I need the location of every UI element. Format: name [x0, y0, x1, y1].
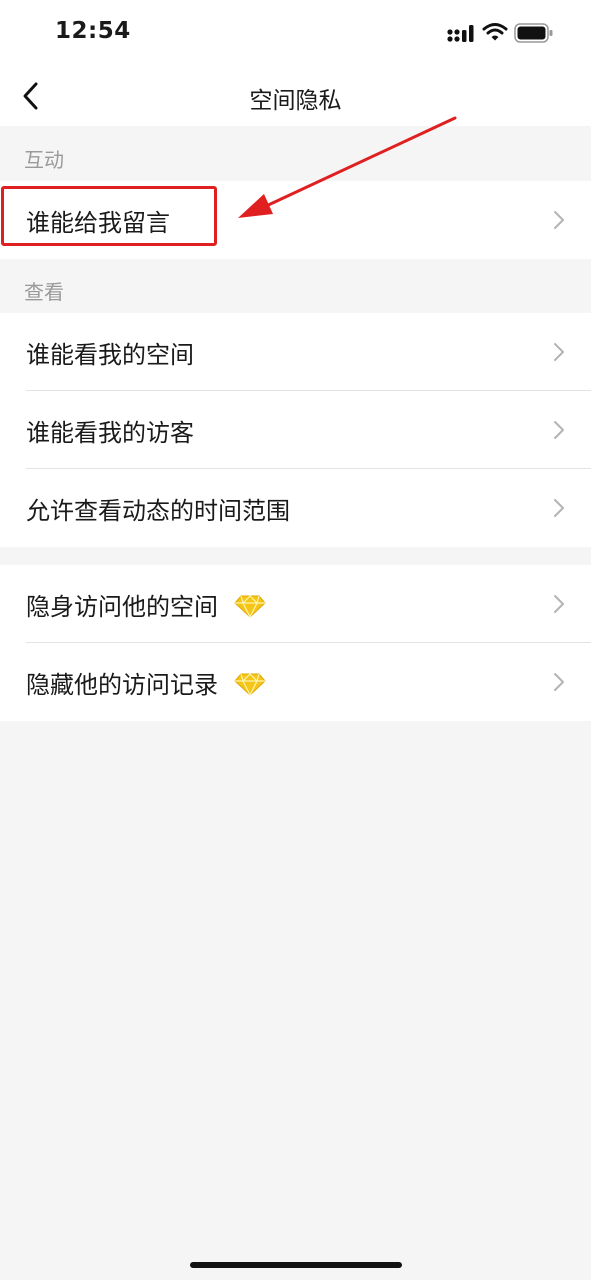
chevron-right-icon [554, 211, 564, 229]
chevron-right-icon [554, 343, 564, 361]
cellular-signal-icon [447, 25, 474, 42]
vip-group: 隐身访问他的空间 隐藏他的访问记录 [0, 565, 591, 721]
row-feed-time-range[interactable]: 允许查看动态的时间范围 [0, 469, 591, 547]
row-label: 隐身访问他的空间 [26, 593, 218, 621]
row-invisible-visit[interactable]: 隐身访问他的空间 [0, 565, 591, 643]
row-label: 谁能看我的空间 [26, 341, 194, 369]
chevron-right-icon [554, 421, 564, 439]
annotation-arrow-icon [238, 116, 457, 218]
wifi-icon [482, 23, 508, 41]
battery-icon [514, 23, 553, 43]
row-hide-visit-record[interactable]: 隐藏他的访问记录 [0, 643, 591, 721]
row-who-can-view-space[interactable]: 谁能看我的空间 [0, 313, 591, 391]
section-header-interaction: 互动 [24, 148, 64, 172]
section-header-view: 查看 [24, 280, 64, 304]
header-area: 12:54 空间隐私 [0, 0, 591, 126]
vip-diamond-icon [233, 673, 266, 696]
vip-diamond-icon [233, 595, 266, 618]
status-time: 12:54 [55, 18, 131, 44]
row-label: 隐藏他的访问记录 [26, 671, 218, 699]
chevron-right-icon [554, 673, 564, 691]
annotation-highlight-box [1, 186, 217, 246]
row-label-wrap: 隐身访问他的空间 [26, 587, 266, 622]
chevron-right-icon [554, 595, 564, 613]
row-who-can-view-visitors[interactable]: 谁能看我的访客 [0, 391, 591, 469]
chevron-right-icon [554, 499, 564, 517]
status-bar: 12:54 [0, 0, 591, 66]
view-group: 谁能看我的空间 谁能看我的访客 允许查看动态的时间范围 [0, 313, 591, 547]
row-label: 允许查看动态的时间范围 [26, 497, 290, 525]
row-label-wrap: 隐藏他的访问记录 [26, 665, 266, 700]
home-indicator [190, 1262, 402, 1268]
row-label: 谁能看我的访客 [26, 419, 194, 447]
